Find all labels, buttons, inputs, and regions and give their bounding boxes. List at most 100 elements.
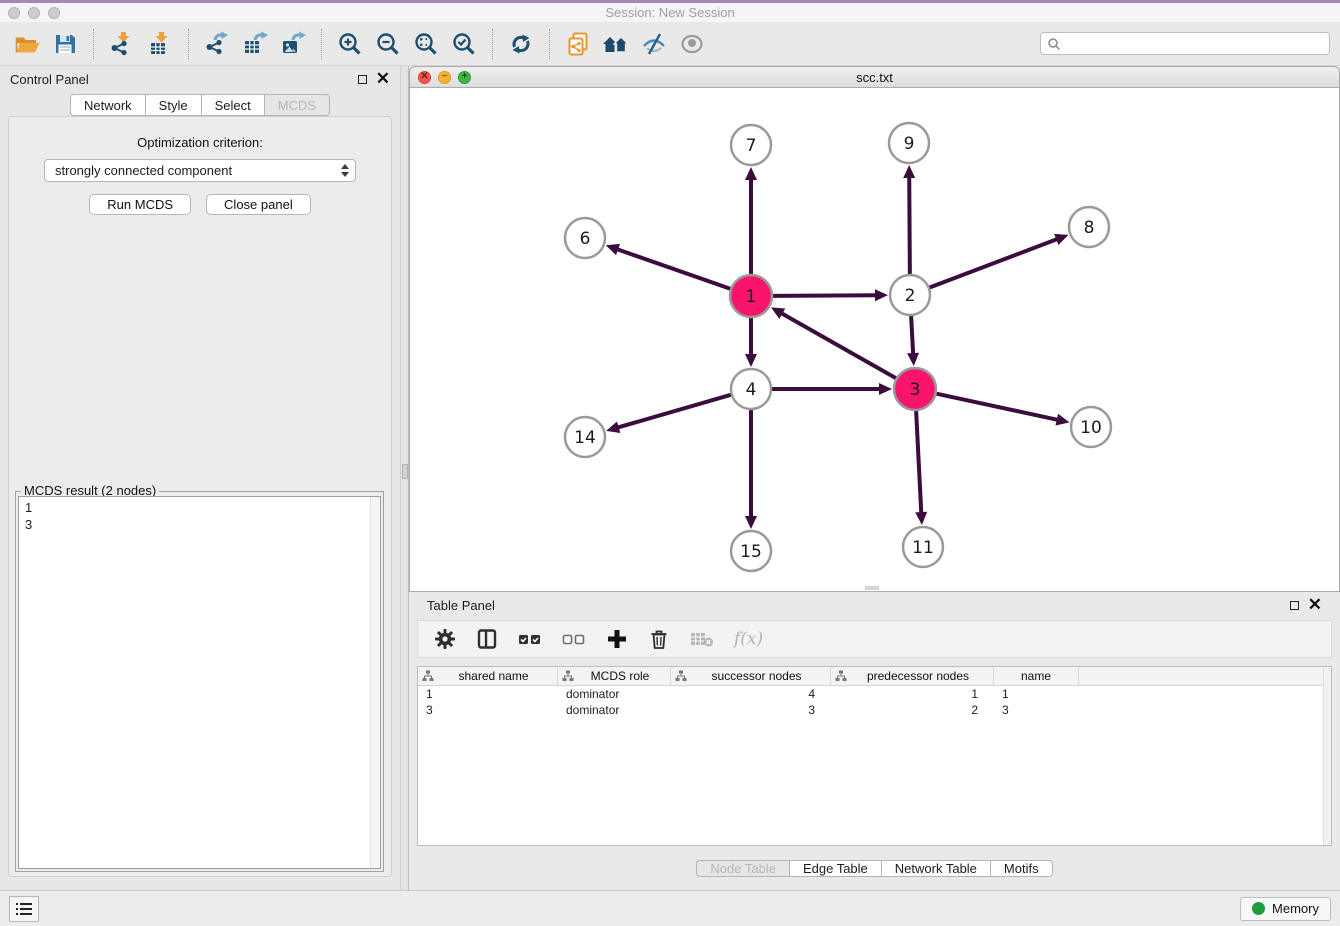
- mcds-result-text[interactable]: 1 3: [18, 496, 381, 869]
- open-session-icon[interactable]: [8, 26, 46, 62]
- task-history-button[interactable]: [9, 896, 39, 922]
- add-column-icon[interactable]: [606, 628, 628, 650]
- zoom-out-icon[interactable]: [369, 26, 407, 62]
- column-header-successor-nodes[interactable]: successor nodes: [671, 667, 831, 685]
- network-canvas[interactable]: 7 9 6 8 1 2 4 3 14 10 15 11: [409, 88, 1340, 592]
- refresh-icon[interactable]: [502, 26, 540, 62]
- export-network-icon[interactable]: [198, 26, 236, 62]
- graph-node-14[interactable]: 14: [565, 417, 605, 457]
- unselect-all-icon[interactable]: [562, 628, 586, 650]
- column-layout-icon[interactable]: [476, 628, 498, 650]
- tab-network[interactable]: Network: [70, 94, 146, 116]
- right-area: ✕ − + scc.txt 7968124314101511 Table Pan…: [409, 66, 1340, 890]
- network-window-title: scc.txt: [410, 70, 1339, 85]
- table-row[interactable]: 1 dominator 4 1 1: [418, 686, 1331, 702]
- table-scrollbar[interactable]: [1323, 667, 1331, 845]
- tab-style[interactable]: Style: [146, 94, 202, 116]
- graph-node-10[interactable]: 10: [1071, 407, 1111, 447]
- tab-mcds[interactable]: MCDS: [265, 94, 330, 116]
- cell-successor-nodes[interactable]: 4: [671, 687, 831, 701]
- cell-predecessor-nodes[interactable]: 2: [831, 703, 994, 717]
- close-panel-button[interactable]: Close panel: [206, 194, 311, 215]
- graph-edge-arrowhead: [745, 167, 757, 180]
- graph-node-8[interactable]: 8: [1069, 207, 1109, 247]
- cell-predecessor-nodes[interactable]: 1: [831, 687, 994, 701]
- hide-selection-icon[interactable]: [635, 26, 673, 62]
- graph-edge-3-11[interactable]: [916, 411, 921, 514]
- canvas-resize-handle[interactable]: [865, 586, 879, 590]
- float-panel-icon[interactable]: [358, 75, 367, 84]
- cell-successor-nodes[interactable]: 3: [671, 703, 831, 717]
- column-header-shared-name[interactable]: shared name: [418, 667, 558, 685]
- cell-name[interactable]: 3: [994, 703, 1079, 717]
- cell-mcds-role[interactable]: dominator: [558, 703, 671, 717]
- close-table-panel-icon[interactable]: ✕: [1308, 598, 1322, 612]
- import-table-icon[interactable]: [141, 26, 179, 62]
- clone-network-icon[interactable]: [559, 26, 597, 62]
- svg-text:8: 8: [1084, 218, 1095, 238]
- cell-name[interactable]: 1: [994, 687, 1079, 701]
- graph-edge-2-9[interactable]: [909, 176, 910, 274]
- table-toolbar: f(x): [417, 620, 1332, 658]
- cell-shared-name[interactable]: 1: [418, 687, 558, 701]
- tab-node-table[interactable]: Node Table: [696, 860, 790, 877]
- graph-edge-4-14[interactable]: [617, 395, 731, 428]
- graph-node-15[interactable]: 15: [731, 531, 771, 571]
- zoom-fit-icon[interactable]: [407, 26, 445, 62]
- panel-splitter[interactable]: [400, 66, 409, 890]
- close-panel-icon[interactable]: ✕: [376, 72, 390, 86]
- tab-motifs[interactable]: Motifs: [991, 860, 1053, 877]
- delete-table-icon: [690, 629, 714, 649]
- tab-edge-table[interactable]: Edge Table: [790, 860, 882, 877]
- run-mcds-button[interactable]: Run MCDS: [89, 194, 191, 215]
- graph-node-1[interactable]: 1: [730, 275, 772, 317]
- zoom-in-icon[interactable]: [331, 26, 369, 62]
- import-network-icon[interactable]: [103, 26, 141, 62]
- search-box[interactable]: [1040, 32, 1330, 55]
- column-header-mcds-role[interactable]: MCDS role: [558, 667, 671, 685]
- node-table[interactable]: shared name MCDS role successor nodes: [417, 666, 1332, 846]
- criterion-dropdown[interactable]: strongly connected component: [44, 159, 356, 182]
- tab-select[interactable]: Select: [202, 94, 265, 116]
- gear-icon[interactable]: [434, 628, 456, 650]
- graph-node-7[interactable]: 7: [731, 125, 771, 165]
- main-toolbar: [0, 22, 1340, 66]
- result-scrollbar[interactable]: [370, 497, 380, 868]
- graph-node-4[interactable]: 4: [731, 369, 771, 409]
- column-type-icon: [675, 670, 687, 682]
- export-table-icon[interactable]: [236, 26, 274, 62]
- graph-node-11[interactable]: 11: [903, 527, 943, 567]
- zoom-selected-icon[interactable]: [445, 26, 483, 62]
- column-header-name[interactable]: name: [994, 667, 1079, 685]
- cell-shared-name[interactable]: 3: [418, 703, 558, 717]
- toolbar-separator: [93, 29, 94, 59]
- graph-edge-2-8[interactable]: [930, 239, 1059, 288]
- save-session-icon[interactable]: [46, 26, 84, 62]
- home-icon[interactable]: [597, 26, 635, 62]
- graph-node-6[interactable]: 6: [565, 218, 605, 258]
- graph-edge-3-10[interactable]: [937, 394, 1059, 420]
- float-table-panel-icon[interactable]: [1290, 601, 1299, 610]
- network-window-titlebar[interactable]: ✕ − + scc.txt: [409, 66, 1340, 88]
- graph-node-3[interactable]: 3: [894, 368, 936, 410]
- graph-node-2[interactable]: 2: [890, 275, 930, 315]
- memory-status-icon: [1252, 902, 1265, 915]
- column-type-icon: [835, 670, 847, 682]
- select-all-icon[interactable]: [518, 628, 542, 650]
- graph-edge-3-1[interactable]: [781, 313, 896, 378]
- graph-edge-1-2[interactable]: [773, 295, 877, 296]
- memory-button[interactable]: Memory: [1240, 897, 1331, 921]
- graph-edge-1-6[interactable]: [616, 249, 730, 289]
- table-row[interactable]: 3 dominator 3 2 3: [418, 702, 1331, 718]
- network-window: ✕ − + scc.txt 7 9 6 8 1 2 4 3 14 10 15 11: [409, 66, 1340, 592]
- column-header-predecessor-nodes[interactable]: predecessor nodes: [831, 667, 994, 685]
- graph-node-9[interactable]: 9: [889, 123, 929, 163]
- network-graph[interactable]: 7 9 6 8 1 2 4 3 14 10 15 11: [410, 88, 1339, 591]
- cell-mcds-role[interactable]: dominator: [558, 687, 671, 701]
- export-image-icon[interactable]: [274, 26, 312, 62]
- delete-icon[interactable]: [648, 628, 670, 650]
- graph-edge-2-3[interactable]: [911, 316, 913, 355]
- tab-network-table[interactable]: Network Table: [882, 860, 991, 877]
- search-input[interactable]: [1061, 36, 1323, 52]
- splitter-handle-icon[interactable]: [402, 464, 408, 479]
